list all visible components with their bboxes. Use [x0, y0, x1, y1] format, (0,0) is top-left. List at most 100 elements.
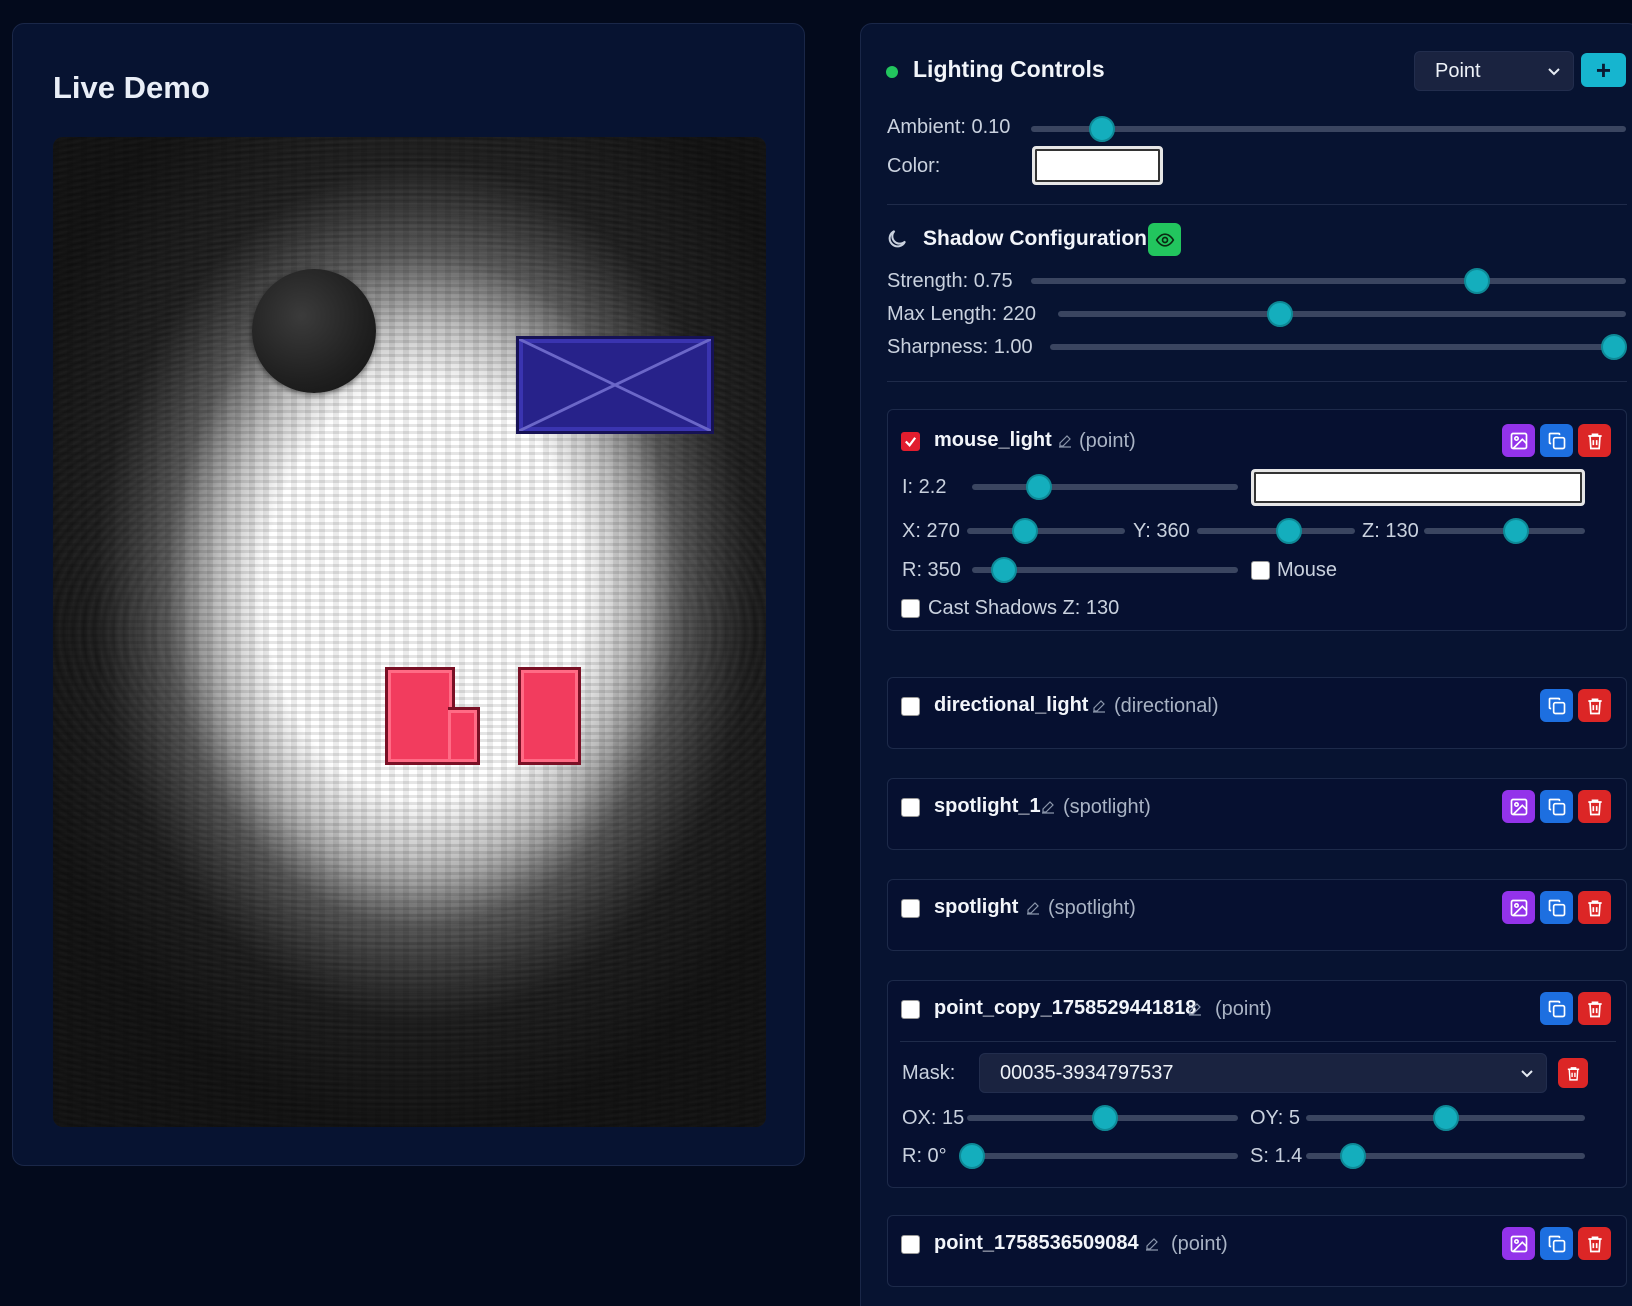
pencil-icon[interactable] [1025, 900, 1041, 916]
max-length-slider[interactable] [1058, 301, 1626, 327]
mask-value: 00035-3934797537 [1000, 1061, 1174, 1084]
light-type-select[interactable]: Point [1414, 51, 1574, 91]
light-enabled-checkbox[interactable] [901, 1000, 920, 1019]
light-enabled-checkbox[interactable] [901, 798, 920, 817]
light-enabled-checkbox[interactable] [901, 899, 920, 918]
slider-thumb[interactable] [990, 557, 1017, 583]
slider-thumb[interactable] [1502, 518, 1529, 544]
light-enabled-checkbox[interactable] [901, 1235, 920, 1254]
slider-track [972, 1153, 1238, 1159]
light-card-mouse-light: mouse_light (point) I: 2.2 X: 270 Y: 360… [887, 409, 1627, 631]
trash-icon [1587, 1001, 1602, 1017]
y-slider[interactable] [1197, 518, 1355, 544]
delete-light-button[interactable] [1578, 689, 1611, 722]
copy-light-button[interactable] [1540, 689, 1573, 722]
slider-thumb[interactable] [1266, 301, 1293, 327]
mouse-follow-checkbox[interactable] [1251, 561, 1270, 580]
delete-light-button[interactable] [1578, 1227, 1611, 1260]
light-name[interactable]: point_copy_1758529441818 [934, 997, 1196, 1020]
slider-thumb[interactable] [1275, 518, 1302, 544]
copy-light-button[interactable] [1540, 424, 1573, 457]
image-mask-button[interactable] [1502, 1227, 1535, 1260]
scene-blue-box [516, 336, 714, 434]
slider-thumb[interactable] [1601, 334, 1628, 360]
demo-title: Live Demo [53, 70, 210, 105]
add-light-label: + [1595, 54, 1612, 85]
image-mask-button[interactable] [1502, 891, 1535, 924]
pencil-icon[interactable] [1187, 1001, 1203, 1017]
radius-label: R: 350 [902, 559, 961, 581]
rotation-slider[interactable] [959, 1143, 1238, 1169]
light-name[interactable]: spotlight_1 [934, 795, 1041, 818]
z-slider[interactable] [1424, 518, 1585, 544]
light-name[interactable]: mouse_light [934, 429, 1052, 452]
scale-slider[interactable] [1306, 1143, 1585, 1169]
pencil-icon[interactable] [1144, 1236, 1160, 1252]
pencil-icon[interactable] [1040, 799, 1056, 815]
strength-slider[interactable] [1031, 268, 1626, 294]
scene-sphere [252, 269, 376, 393]
shadow-visibility-toggle[interactable] [1148, 223, 1181, 256]
slider-thumb[interactable] [959, 1143, 985, 1169]
image-icon [1510, 1235, 1527, 1252]
lighting-title: Lighting Controls [913, 56, 1105, 82]
pencil-icon[interactable] [1091, 698, 1107, 714]
offset-y-slider[interactable] [1306, 1105, 1585, 1131]
slider-thumb[interactable] [1092, 1105, 1119, 1131]
light-card-point-copy: point_copy_1758529441818 (point) Mask: 0… [887, 980, 1627, 1188]
copy-icon [1548, 899, 1565, 916]
light-name[interactable]: spotlight [934, 896, 1018, 919]
sharpness-slider[interactable] [1050, 334, 1628, 360]
light-type-value: Point [1435, 59, 1481, 82]
x-slider[interactable] [967, 518, 1125, 544]
scene-canvas[interactable] [53, 137, 766, 1127]
offset-y-label: OY: 5 [1250, 1107, 1301, 1129]
divider [887, 381, 1627, 382]
delete-light-button[interactable] [1578, 891, 1611, 924]
slider-thumb[interactable] [1012, 518, 1039, 544]
slider-thumb[interactable] [1432, 1105, 1459, 1131]
delete-light-button[interactable] [1578, 424, 1611, 457]
copy-light-button[interactable] [1540, 891, 1573, 924]
lighting-controls-panel: Lighting Controls Point + Ambient: 0.10 … [860, 23, 1632, 1306]
scale-label: S: 1.4 [1250, 1145, 1303, 1167]
add-light-button[interactable]: + [1581, 53, 1626, 87]
mouse-label: Mouse [1277, 559, 1338, 581]
light-enabled-checkbox[interactable] [901, 697, 920, 716]
ambient-slider[interactable] [1031, 116, 1626, 142]
radius-slider[interactable] [972, 557, 1238, 583]
light-color-picker[interactable] [1251, 469, 1585, 506]
copy-light-button[interactable] [1540, 1227, 1573, 1260]
strength-label: Strength: 0.75 [887, 270, 1013, 292]
pencil-icon[interactable] [1057, 433, 1073, 449]
divider [887, 204, 1627, 205]
slider-thumb[interactable] [1089, 116, 1116, 142]
light-type: (directional) [1114, 695, 1219, 717]
shadow-config-title: Shadow Configuration [923, 227, 1147, 250]
slider-thumb[interactable] [1340, 1143, 1367, 1169]
copy-light-button[interactable] [1540, 790, 1573, 823]
image-mask-button[interactable] [1502, 790, 1535, 823]
delete-light-button[interactable] [1578, 790, 1611, 823]
trash-icon [1587, 433, 1602, 449]
mask-select[interactable]: 00035-3934797537 [979, 1053, 1547, 1093]
chevron-down-icon [1548, 68, 1560, 76]
light-enabled-checkbox[interactable] [901, 432, 920, 451]
z-label: Z: 130 [1362, 520, 1419, 542]
offset-x-slider[interactable] [967, 1105, 1238, 1131]
delete-light-button[interactable] [1578, 992, 1611, 1025]
light-name[interactable]: point_1758536509084 [934, 1232, 1139, 1255]
slider-thumb[interactable] [1464, 268, 1491, 294]
intensity-slider[interactable] [972, 474, 1238, 500]
light-name[interactable]: directional_light [934, 694, 1088, 717]
light-card-directional-light: directional_light (directional) [887, 677, 1627, 749]
mask-label: Mask: [902, 1062, 956, 1084]
copy-light-button[interactable] [1540, 992, 1573, 1025]
slider-thumb[interactable] [1025, 474, 1052, 500]
remove-mask-button[interactable] [1558, 1058, 1588, 1088]
ambient-color-picker[interactable] [1032, 146, 1163, 185]
cast-shadows-checkbox[interactable] [901, 599, 920, 618]
image-mask-button[interactable] [1502, 424, 1535, 457]
divider [900, 1041, 1616, 1042]
chevron-down-icon [1521, 1070, 1533, 1078]
